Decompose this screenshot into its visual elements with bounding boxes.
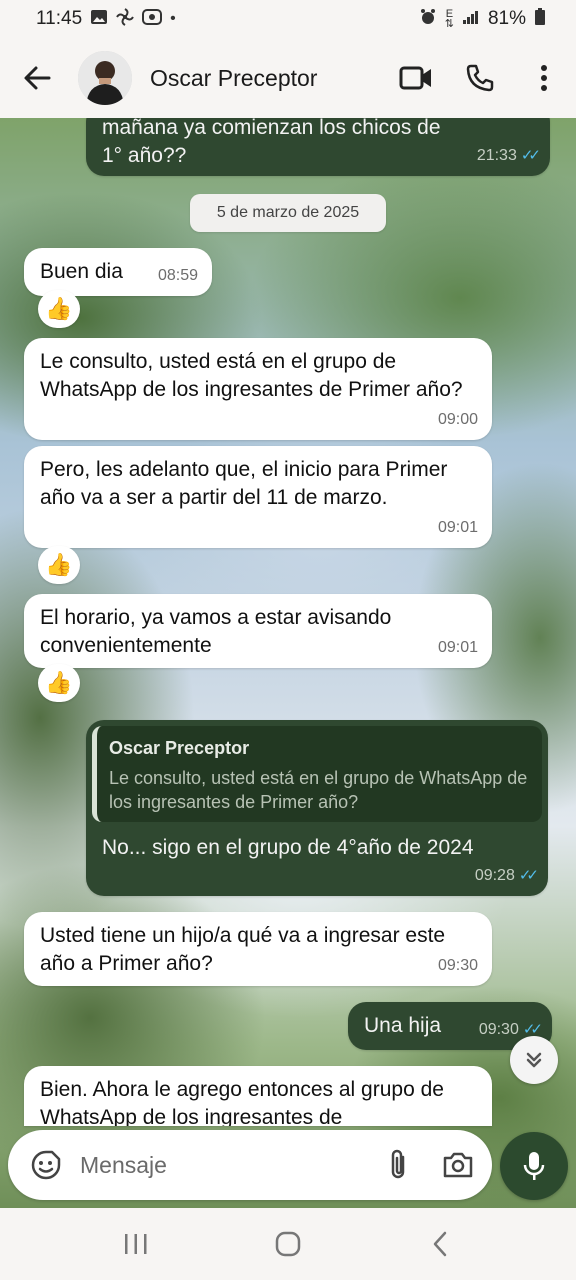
contact-name[interactable]: Oscar Preceptor [150, 65, 392, 92]
attach-button[interactable] [378, 1145, 418, 1185]
more-options-button[interactable] [520, 54, 568, 102]
video-call-button[interactable] [392, 54, 440, 102]
message-time: 21:33 ✓✓ [477, 142, 541, 170]
message-time: 09:01 [437, 639, 478, 656]
signal-icon [462, 9, 480, 30]
thumbs-up-reaction-icon[interactable]: 👍 [38, 546, 80, 584]
emoji-icon [31, 1150, 61, 1180]
battery-icon [534, 7, 546, 31]
pinwheel-icon [116, 7, 134, 31]
nav-back-button[interactable] [410, 1214, 470, 1274]
quoted-message[interactable]: Oscar Preceptor Le consulto, usted está … [92, 726, 542, 822]
message-text: El horario, ya vamos a estar avisando co… [40, 606, 392, 657]
emoji-button[interactable] [26, 1145, 66, 1185]
status-right: E ⇅ 81% [419, 7, 546, 31]
back-arrow-icon [24, 66, 51, 90]
message-bubble-incoming[interactable]: Buen dia 08:59 [24, 248, 212, 296]
network-letter: E [445, 8, 454, 20]
message-time: 09:00 [437, 411, 478, 428]
camera-button[interactable] [438, 1145, 478, 1185]
camera-icon [443, 1152, 473, 1178]
message-text: No... sigo en el grupo de 4°año de 2024 [102, 836, 474, 859]
home-icon [275, 1231, 301, 1257]
phone-call-icon [466, 64, 494, 92]
message-bubble-incoming[interactable]: El horario, ya vamos a estar avisando co… [24, 594, 492, 668]
chat-header: Oscar Preceptor [0, 38, 576, 118]
scroll-to-bottom-button[interactable] [510, 1036, 558, 1084]
double-chevron-down-icon [526, 1052, 542, 1068]
thumbs-up-reaction-icon[interactable]: 👍 [38, 664, 80, 702]
status-bar: 11:45 • E ⇅ 81% [0, 0, 576, 38]
quoted-sender: Oscar Preceptor [109, 738, 250, 758]
date-separator: 5 de marzo de 2025 [190, 194, 386, 232]
recents-icon [125, 1234, 147, 1254]
read-ticks-icon: ✓✓ [520, 147, 541, 164]
message-text: Buen dia [40, 260, 123, 283]
chat-area[interactable]: mañana ya comienzan los chicos de 1° año… [0, 118, 576, 1208]
message-time: 08:59 [157, 267, 198, 284]
message-text: Pero, les adelanto que, el inicio para P… [40, 458, 448, 509]
image-icon [90, 9, 108, 30]
message-text: Le consulto, usted está en el grupo de W… [40, 350, 463, 401]
notification-dot: • [170, 10, 176, 27]
status-left: 11:45 • [36, 7, 176, 31]
message-time: 09:28 ✓✓ [475, 862, 539, 890]
back-button[interactable] [12, 53, 62, 103]
message-bubble-incoming[interactable]: Usted tiene un hijo/a qué va a ingresar … [24, 912, 492, 986]
message-bubble-incoming[interactable]: Le consulto, usted está en el grupo de W… [24, 338, 492, 440]
home-button[interactable] [258, 1214, 318, 1274]
system-nav-bar [0, 1208, 576, 1280]
message-time: 09:30 [437, 957, 478, 974]
quoted-text: Le consulto, usted está en el grupo de W… [109, 768, 528, 812]
status-time: 11:45 [36, 8, 83, 29]
data-icon: E ⇅ [444, 8, 454, 30]
message-composer [8, 1130, 492, 1200]
message-text: Una hija [364, 1014, 442, 1037]
message-text: mañana ya comienzan los chicos de 1° año… [102, 118, 441, 167]
attach-icon [391, 1149, 405, 1179]
back-icon [433, 1231, 447, 1257]
alarm-icon [419, 8, 437, 31]
message-time: 09:01 [437, 519, 478, 536]
thumbs-up-reaction-icon[interactable]: 👍 [38, 290, 80, 328]
voice-call-button[interactable] [456, 54, 504, 102]
message-text: Usted tiene un hijo/a qué va a ingresar … [40, 924, 446, 975]
message-bubble-incoming[interactable]: Bien. Ahora le agrego entonces al grupo … [24, 1066, 492, 1126]
more-vert-icon [541, 65, 547, 91]
voice-message-button[interactable] [500, 1132, 568, 1200]
video-call-icon [399, 66, 431, 90]
media-icon [142, 8, 163, 31]
read-ticks-icon: ✓✓ [518, 867, 539, 884]
message-input[interactable] [80, 1151, 378, 1179]
message-bubble-outgoing[interactable]: mañana ya comienzan los chicos de 1° año… [86, 118, 550, 176]
mic-icon [523, 1152, 545, 1180]
message-bubble-outgoing-reply[interactable]: Oscar Preceptor Le consulto, usted está … [86, 720, 548, 896]
recents-button[interactable] [106, 1214, 166, 1274]
message-bubble-incoming[interactable]: Pero, les adelanto que, el inicio para P… [24, 446, 492, 548]
avatar[interactable] [78, 51, 132, 105]
battery-percent: 81% [487, 8, 526, 29]
message-text: Bien. Ahora le agrego entonces al grupo … [40, 1078, 444, 1126]
